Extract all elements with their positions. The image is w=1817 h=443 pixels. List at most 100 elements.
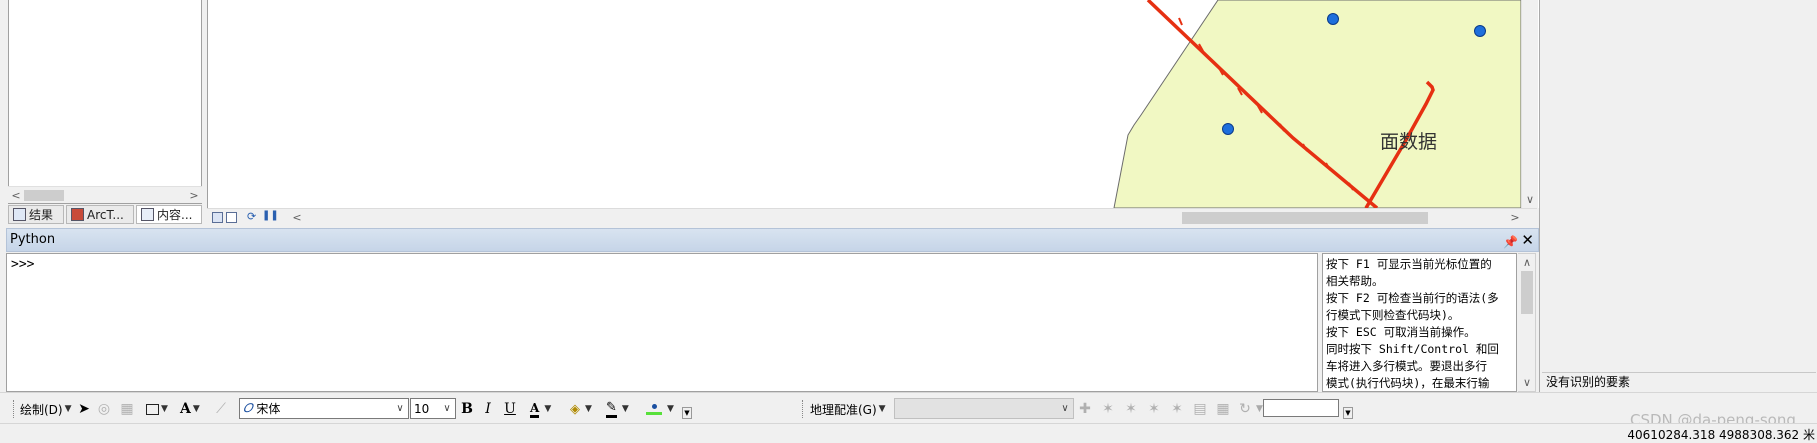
text-tool[interactable]: A ▼ xyxy=(180,399,200,419)
toc-scroll-thumb[interactable] xyxy=(24,190,64,201)
chevron-down-icon: ∨ xyxy=(396,403,404,414)
font-color-icon: A xyxy=(530,401,540,418)
viewer-icon[interactable]: ▤ xyxy=(1191,399,1209,419)
point-feature[interactable] xyxy=(1222,123,1234,135)
auto-registration-icon[interactable]: ✶ xyxy=(1168,399,1186,419)
chevron-down-icon: ▼ xyxy=(192,404,200,414)
rotate-icon[interactable]: ◎ xyxy=(95,399,113,419)
font-name-select[interactable]: 𝑂 宋体 ∨ xyxy=(239,398,409,419)
help-line: 按下 F2 可检查当前行的语法(多 xyxy=(1326,291,1499,305)
fill-color-tool[interactable]: ◈ ▼ xyxy=(570,399,592,419)
map-view[interactable]: 面数据 ∨ xyxy=(207,0,1539,208)
tab-results[interactable]: 结果 xyxy=(8,205,64,224)
results-icon xyxy=(13,208,26,221)
font-color-tool[interactable]: A ▼ xyxy=(530,399,551,419)
toolbar-options-icon[interactable]: ▼ xyxy=(1343,407,1353,419)
font-size-value: 10 xyxy=(414,401,430,416)
polygon-label: 面数据 xyxy=(1380,131,1437,153)
chevron-down-icon: ▼ xyxy=(161,404,168,414)
georeferencing-menu-label: 地理配准(G) xyxy=(810,402,877,417)
line-color-tool[interactable]: ✎ ▼ xyxy=(606,399,629,419)
link-table-icon[interactable]: ▦ xyxy=(1214,399,1232,419)
toolbar-options-icon[interactable]: ▼ xyxy=(682,407,692,419)
scroll-right-arrow-icon[interactable]: > xyxy=(1507,209,1523,226)
table-of-contents-icon xyxy=(141,208,154,221)
toolbar-grip[interactable] xyxy=(802,400,805,418)
help-line: 相关帮助。 xyxy=(1326,274,1384,288)
add-control-points-icon[interactable]: ✚ xyxy=(1076,399,1094,419)
edit-vertices-icon[interactable]: ⟋ xyxy=(212,399,230,419)
help-line: 模式(执行代码块)，在最末行输 xyxy=(1326,376,1490,390)
help-line: 同时按下 Shift/Control 和回 xyxy=(1326,342,1499,356)
map-scroll-thumb[interactable] xyxy=(1182,212,1428,224)
python-console-input[interactable]: >>> xyxy=(6,253,1318,392)
help-line: 车将进入多行模式。要退出多行 xyxy=(1326,359,1487,373)
zoom-to-selected-icon[interactable]: ▦ xyxy=(118,399,136,419)
help-scroll-thumb[interactable] xyxy=(1521,271,1533,314)
zoom-to-link-icon[interactable]: ✶ xyxy=(1122,399,1140,419)
chevron-down-icon: ▼ xyxy=(667,404,674,414)
layout-view-icon[interactable] xyxy=(212,212,223,223)
identify-status-text: 没有识别的要素 xyxy=(1542,372,1816,390)
draw-menu[interactable]: 绘制(D) ▼ xyxy=(20,399,72,419)
help-line: 行模式下则检查代码块)。 xyxy=(1326,308,1460,322)
chevron-down-icon: ▼ xyxy=(878,404,886,414)
python-window-titlebar: Python 📌 ✕ xyxy=(6,228,1539,252)
georeferencing-scale-input[interactable] xyxy=(1263,399,1339,417)
chevron-down-icon: ▼ xyxy=(64,404,72,414)
data-view-icon[interactable] xyxy=(226,212,237,223)
map-canvas[interactable]: 面数据 xyxy=(208,0,1522,208)
chevron-down-icon: ∨ xyxy=(443,403,451,414)
select-elements-icon[interactable]: ➤ xyxy=(75,399,93,419)
point-feature[interactable] xyxy=(1474,25,1486,37)
chevron-down-icon: ▼ xyxy=(544,404,552,414)
refresh-icon[interactable]: ⟳ xyxy=(247,210,256,223)
toc-tree-view[interactable] xyxy=(8,0,202,204)
georeferencing-layer-select[interactable]: ∨ xyxy=(894,398,1074,419)
scroll-down-arrow-icon[interactable]: ∨ xyxy=(1522,191,1538,208)
scroll-left-arrow-icon[interactable]: < xyxy=(289,209,305,226)
select-link-icon[interactable]: ✶ xyxy=(1099,399,1117,419)
python-window: Python 📌 ✕ >>> 按下 F1 可显示当前光标位置的 相关帮助。 按下… xyxy=(0,228,1539,392)
tab-contents[interactable]: 内容... xyxy=(136,205,202,224)
python-help-panel: 按下 F1 可显示当前光标位置的 相关帮助。 按下 F2 可检查当前行的语法(多… xyxy=(1322,253,1517,392)
scroll-up-arrow-icon[interactable]: ∧ xyxy=(1519,254,1535,271)
map-vertical-scrollbar[interactable]: ∨ xyxy=(1521,0,1538,208)
map-bottom-bar: ⟳ ❚❚ < > xyxy=(207,208,1537,225)
font-name-value: 宋体 xyxy=(256,402,281,416)
point-feature[interactable] xyxy=(1327,13,1339,25)
python-prompt: >>> xyxy=(11,257,35,272)
toc-tab-strip: 结果 ArcT... 内容... xyxy=(8,205,202,225)
underline-button[interactable]: U xyxy=(501,399,519,419)
help-line: 按下 F1 可显示当前光标位置的 xyxy=(1326,257,1492,271)
chevron-down-icon: ▼ xyxy=(585,404,592,414)
line-color-icon: ✎ xyxy=(606,400,617,418)
bold-button[interactable]: B xyxy=(458,399,476,419)
toc-horizontal-scrollbar[interactable]: < > xyxy=(8,186,202,203)
delete-link-icon[interactable]: ✶ xyxy=(1145,399,1163,419)
italic-button[interactable]: I xyxy=(479,399,497,419)
toolbar-grip[interactable] xyxy=(13,400,16,418)
rotate-georef-icon[interactable]: ↻ xyxy=(1236,399,1254,419)
scroll-down-arrow-icon[interactable]: ∨ xyxy=(1519,374,1535,391)
draw-toolbar: 绘制(D) ▼ ➤ ◎ ▦ ▼ A ▼ ⟋ 𝑂 宋体 ∨ 10 ∨ B I U … xyxy=(0,392,1817,423)
scroll-left-arrow-icon[interactable]: < xyxy=(8,187,24,204)
chevron-down-icon: ▼ xyxy=(621,404,629,414)
help-vertical-scrollbar[interactable]: ∧ ∨ xyxy=(1518,253,1536,392)
marker-color-tool[interactable]: ▼ xyxy=(646,399,674,419)
scroll-right-arrow-icon[interactable]: > xyxy=(186,187,202,204)
font-size-select[interactable]: 10 ∨ xyxy=(410,398,456,419)
pause-drawing-icon[interactable]: ❚❚ xyxy=(262,210,279,221)
polygon-feature[interactable] xyxy=(1113,0,1522,208)
tab-arctoolbox[interactable]: ArcT... xyxy=(66,205,134,224)
rectangle-tool[interactable]: ▼ xyxy=(146,399,168,419)
georeferencing-menu[interactable]: 地理配准(G) ▼ xyxy=(810,399,886,419)
table-of-contents-panel: < > 结果 ArcT... 内容... xyxy=(0,0,207,225)
pin-icon[interactable]: 📌 xyxy=(1503,231,1518,253)
map-coordinates: 40610284.318 4988308.362 米 xyxy=(1627,428,1815,442)
font-type-icon: 𝑂 xyxy=(243,401,253,415)
chevron-down-icon[interactable]: ▼ xyxy=(1254,399,1263,419)
draw-menu-label: 绘制(D) xyxy=(20,402,63,417)
close-icon[interactable]: ✕ xyxy=(1521,229,1534,251)
tab-contents-label: 内容... xyxy=(157,208,193,222)
